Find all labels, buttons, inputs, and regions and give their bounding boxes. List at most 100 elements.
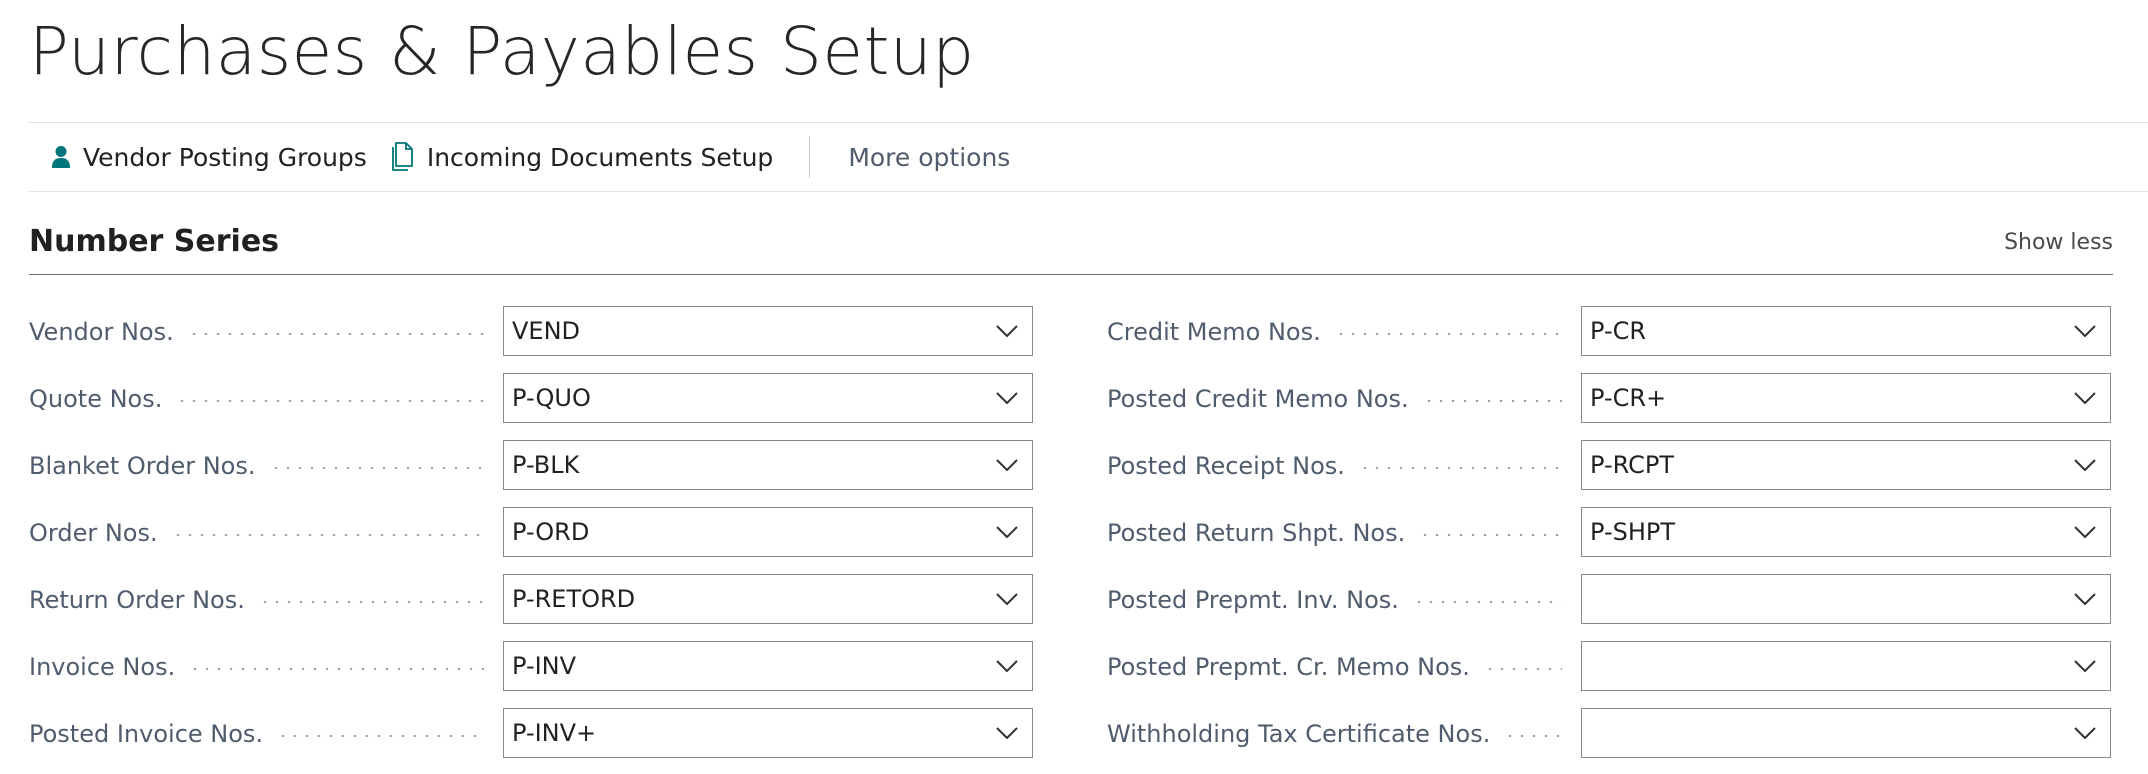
posted-return-shpt-nos-dropdown[interactable]: P-SHPT — [1581, 507, 2111, 557]
chevron-down-icon[interactable] — [2060, 526, 2110, 538]
field-label: Withholding Tax Certificate Nos. — [1107, 708, 1562, 760]
field-label-text: Quote Nos. — [29, 385, 163, 413]
order-nos-dropdown[interactable]: P-ORD — [503, 507, 1033, 557]
chevron-down-icon[interactable] — [982, 392, 1032, 404]
field-label-text: Blanket Order Nos. — [29, 452, 256, 480]
field-label: Posted Prepmt. Inv. Nos. — [1107, 574, 1562, 626]
section-title: Number Series — [29, 224, 280, 259]
field-row-vendor-nos: Vendor Nos. VEND — [29, 306, 1059, 373]
posted-invoice-nos-dropdown[interactable]: P-INV+ — [503, 708, 1033, 758]
field-label: Quote Nos. — [29, 373, 484, 425]
field-row-posted-invoice-nos: Posted Invoice Nos. P-INV+ — [29, 708, 1059, 774]
posted-prepmt-inv-nos-dropdown[interactable] — [1581, 574, 2111, 624]
field-row-credit-memo-nos: Credit Memo Nos. P-CR — [1107, 306, 2137, 373]
field-label: Order Nos. — [29, 507, 484, 559]
field-value: P-RCPT — [1590, 451, 1674, 479]
field-label: Return Order Nos. — [29, 574, 484, 626]
dotted-leader — [171, 534, 484, 536]
incoming-documents-setup-label: Incoming Documents Setup — [426, 142, 774, 172]
vendor-posting-groups-label: Vendor Posting Groups — [83, 142, 367, 172]
person-icon — [51, 145, 71, 169]
action-bar: Vendor Posting Groups Incoming Documents… — [29, 122, 2148, 192]
dotted-leader — [1504, 735, 1562, 737]
vendor-posting-groups-button[interactable]: Vendor Posting Groups — [29, 123, 379, 191]
blanket-order-nos-dropdown[interactable]: P-BLK — [503, 440, 1033, 490]
chevron-down-icon[interactable] — [2060, 392, 2110, 404]
dotted-leader — [1412, 601, 1562, 603]
chevron-down-icon[interactable] — [982, 325, 1032, 337]
field-label-text: Credit Memo Nos. — [1107, 318, 1321, 346]
chevron-down-icon[interactable] — [2060, 593, 2110, 605]
chevron-down-icon[interactable] — [982, 727, 1032, 739]
field-label: Vendor Nos. — [29, 306, 484, 358]
dotted-leader — [258, 601, 484, 603]
field-label: Posted Credit Memo Nos. — [1107, 373, 1562, 425]
posted-credit-memo-nos-dropdown[interactable]: P-CR+ — [1581, 373, 2111, 423]
page: Purchases & Payables Setup Vendor Postin… — [0, 0, 2148, 774]
dotted-leader — [176, 400, 484, 402]
dotted-leader — [277, 735, 484, 737]
field-label-text: Vendor Nos. — [29, 318, 174, 346]
field-label: Blanket Order Nos. — [29, 440, 484, 492]
field-row-posted-return-shpt-nos: Posted Return Shpt. Nos. P-SHPT — [1107, 507, 2137, 574]
field-label-text: Return Order Nos. — [29, 586, 245, 614]
quote-nos-dropdown[interactable]: P-QUO — [503, 373, 1033, 423]
chevron-down-icon[interactable] — [2060, 660, 2110, 672]
chevron-down-icon[interactable] — [2060, 325, 2110, 337]
credit-memo-nos-dropdown[interactable]: P-CR — [1581, 306, 2111, 356]
field-label-text: Posted Prepmt. Inv. Nos. — [1107, 586, 1399, 614]
field-value: P-INV+ — [512, 719, 597, 747]
dotted-leader — [1358, 467, 1562, 469]
action-bar-divider — [809, 136, 811, 178]
field-label: Posted Prepmt. Cr. Memo Nos. — [1107, 641, 1562, 693]
field-label-text: Posted Return Shpt. Nos. — [1107, 519, 1406, 547]
field-value: P-ORD — [512, 518, 590, 546]
show-less-link[interactable]: Show less — [2004, 230, 2113, 255]
number-series-left-column: Vendor Nos. VEND Quote Nos. P-QUO Blanke… — [29, 306, 1059, 774]
field-label-text: Posted Credit Memo Nos. — [1107, 385, 1409, 413]
chevron-down-icon[interactable] — [2060, 459, 2110, 471]
posted-prepmt-cr-memo-nos-dropdown[interactable] — [1581, 641, 2111, 691]
withholding-tax-certificate-nos-dropdown[interactable] — [1581, 708, 2111, 758]
dotted-leader — [1419, 534, 1562, 536]
chevron-down-icon[interactable] — [982, 526, 1032, 538]
field-row-withholding-tax-certificate-nos: Withholding Tax Certificate Nos. — [1107, 708, 2137, 774]
field-row-blanket-order-nos: Blanket Order Nos. P-BLK — [29, 440, 1059, 507]
field-value: VEND — [512, 317, 581, 345]
field-label: Invoice Nos. — [29, 641, 484, 693]
dotted-leader — [1422, 400, 1562, 402]
field-row-quote-nos: Quote Nos. P-QUO — [29, 373, 1059, 440]
page-title: Purchases & Payables Setup — [29, 13, 975, 90]
chevron-down-icon[interactable] — [2060, 727, 2110, 739]
field-label-text: Invoice Nos. — [29, 653, 176, 681]
field-value: P-CR — [1590, 317, 1647, 345]
chevron-down-icon[interactable] — [982, 660, 1032, 672]
field-value: P-CR+ — [1590, 384, 1667, 412]
field-value: P-QUO — [512, 384, 591, 412]
incoming-documents-setup-button[interactable]: Incoming Documents Setup — [379, 123, 785, 191]
invoice-nos-dropdown[interactable]: P-INV — [503, 641, 1033, 691]
posted-receipt-nos-dropdown[interactable]: P-RCPT — [1581, 440, 2111, 490]
more-options-button[interactable]: More options — [836, 123, 1022, 191]
field-label-text: Order Nos. — [29, 519, 158, 547]
field-label: Posted Return Shpt. Nos. — [1107, 507, 1562, 559]
return-order-nos-dropdown[interactable]: P-RETORD — [503, 574, 1033, 624]
field-value: P-INV — [512, 652, 577, 680]
field-label-text: Posted Prepmt. Cr. Memo Nos. — [1107, 653, 1470, 681]
chevron-down-icon[interactable] — [982, 593, 1032, 605]
dotted-leader — [1483, 668, 1562, 670]
field-row-invoice-nos: Invoice Nos. P-INV — [29, 641, 1059, 708]
field-row-order-nos: Order Nos. P-ORD — [29, 507, 1059, 574]
field-value: P-SHPT — [1590, 518, 1676, 546]
number-series-right-column: Credit Memo Nos. P-CR Posted Credit Memo… — [1107, 306, 2137, 774]
number-series-section-header: Number Series Show less — [29, 212, 2113, 275]
field-label-text: Posted Receipt Nos. — [1107, 452, 1345, 480]
field-label: Posted Invoice Nos. — [29, 708, 484, 760]
field-row-posted-prepmt-cr-memo-nos: Posted Prepmt. Cr. Memo Nos. — [1107, 641, 2137, 708]
dotted-leader — [269, 467, 484, 469]
vendor-nos-dropdown[interactable]: VEND — [503, 306, 1033, 356]
field-row-posted-prepmt-inv-nos: Posted Prepmt. Inv. Nos. — [1107, 574, 2137, 641]
chevron-down-icon[interactable] — [982, 459, 1032, 471]
field-row-return-order-nos: Return Order Nos. P-RETORD — [29, 574, 1059, 641]
field-row-posted-receipt-nos: Posted Receipt Nos. P-RCPT — [1107, 440, 2137, 507]
